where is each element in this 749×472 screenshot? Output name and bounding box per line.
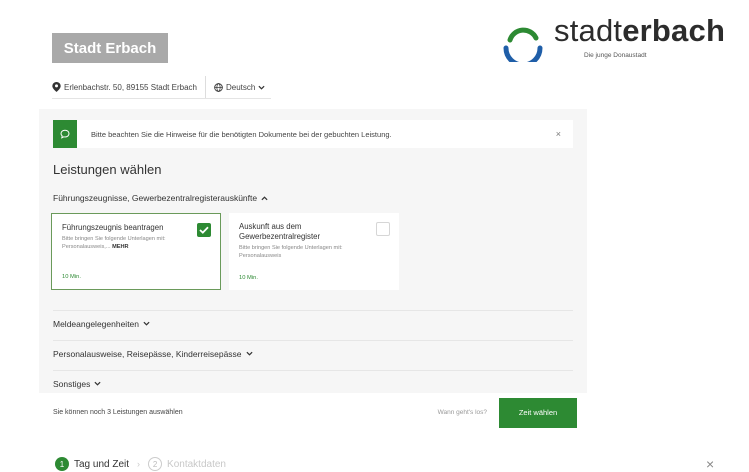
stadterbach-logo[interactable]: stadterbach Die junge Donaustadt [500,14,745,70]
service-checkbox-checked[interactable] [197,223,211,237]
notice-close-button[interactable]: × [556,129,561,139]
logo-wordmark: stadterbach [554,13,726,48]
service-selection-panel: Bitte beachten Sie die Hinweise für die … [39,109,587,393]
card-duration: 10 Min. [239,275,259,281]
section-title: Leistungen wählen [53,162,162,177]
selection-footer: Sie können noch 3 Leistungen auswählen W… [39,393,587,432]
chevron-up-icon [261,195,268,200]
map-pin-icon [52,82,61,92]
service-card-gewerbezentralregister[interactable]: Auskunft aus dem Gewerbezentralregister … [229,213,399,290]
card-description: Bitte bringen Sie folgende Unterlagen mi… [239,245,343,259]
divider [204,76,206,98]
notice-badge [53,120,77,148]
card-title: Auskunft aus dem Gewerbezentralregister [239,222,321,241]
location-bar: Erlenbachstr. 50, 89155 Stadt Erbach Deu… [52,76,272,99]
language-selector[interactable]: Deutsch [214,83,271,92]
header-underline [52,98,272,99]
chevron-down-icon [94,381,101,386]
chat-bubble-icon [60,129,70,139]
category-toggle-sonstiges[interactable]: Sonstiges [53,370,573,393]
step-label-kontaktdaten: Kontaktdaten [167,458,226,470]
language-label: Deutsch [225,82,256,92]
service-checkbox-unchecked[interactable] [376,222,390,236]
logo-tagline: Die junge Donaustadt [584,52,647,59]
category-label: Sonstiges [53,378,91,389]
remaining-services-text: Sie können noch 3 Leistungen auswählen [53,409,183,416]
step-indicator: 1 Tag und Zeit › 2 Kontaktdaten [55,457,226,471]
notice-text: Bitte beachten Sie die Hinweise für die … [91,129,392,139]
category-toggle-personalausweise[interactable]: Personalausweise, Reisepässe, Kinderreis… [53,340,573,366]
logo-arc-icon [503,27,543,62]
chevron-down-icon [143,321,150,326]
globe-icon [214,82,223,92]
address-text: Erlenbachstr. 50, 89155 Stadt Erbach [64,82,197,92]
service-card-fuehrungszeugnis[interactable]: Führungszeugnis beantragen Bitte bringen… [51,213,221,290]
card-title: Führungszeugnis beantragen [62,223,164,232]
choose-time-button[interactable]: Zeit wählen [499,397,577,428]
checkmark-icon [199,226,209,234]
start-question: Wann geht's los? [437,409,487,416]
close-icon[interactable]: × [706,456,714,472]
chevron-down-icon [258,85,265,90]
category-label: Führungszeugnisse, Gewerbezentralregiste… [53,193,258,203]
notice-banner: Bitte beachten Sie die Hinweise für die … [53,120,573,148]
step-label-tag-und-zeit[interactable]: Tag und Zeit [74,459,129,470]
chevron-down-icon [245,351,253,356]
category-label: Meldeangelegenheiten [53,318,140,329]
step-separator-icon: › [137,459,141,469]
brand-box[interactable]: Stadt Erbach [52,33,168,63]
step-number-2: 2 [148,457,163,471]
card-duration: 10 Min. [62,274,82,280]
step-number-1[interactable]: 1 [55,457,69,471]
card-description: Bitte bringen Sie folgende Unterlagen mi… [62,236,166,250]
category-toggle-fuehrungszeugnisse[interactable]: Führungszeugnisse, Gewerbezentralregiste… [53,193,268,203]
category-label: Personalausweise, Reisepässe, Kinderreis… [53,348,242,359]
category-toggle-meldeangelegenheiten[interactable]: Meldeangelegenheiten [53,310,573,336]
more-link[interactable]: MEHR [112,244,128,250]
